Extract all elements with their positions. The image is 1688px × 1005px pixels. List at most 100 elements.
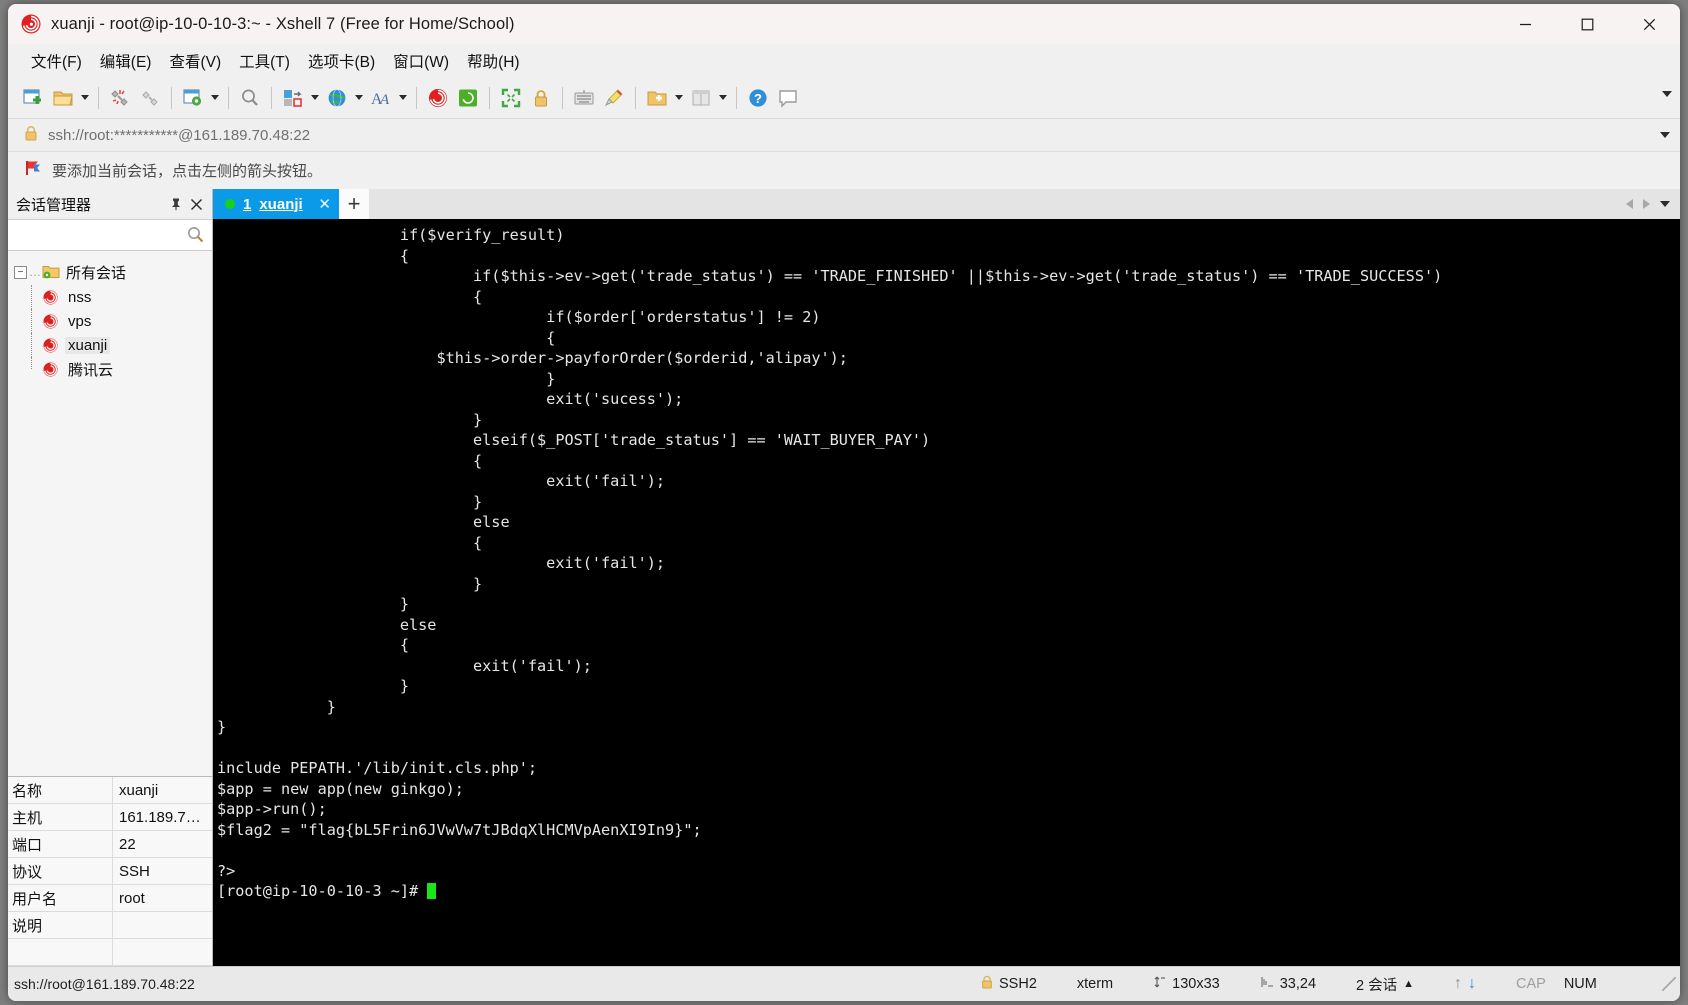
highlight-icon[interactable]: [599, 83, 629, 113]
minimize-button[interactable]: [1494, 4, 1556, 44]
close-button[interactable]: [1618, 4, 1680, 44]
close-icon[interactable]: [188, 196, 204, 212]
chevron-down-icon[interactable]: [1660, 132, 1670, 138]
terminal-output[interactable]: if($verify_result) { if($this->ev->get('…: [213, 219, 1680, 966]
address-bar[interactable]: ssh://root:***********@161.189.70.48:22: [8, 118, 1680, 152]
session-properties-dropdown-arrow-icon[interactable]: [208, 83, 222, 113]
add-folder-dropdown-arrow-icon[interactable]: [672, 83, 686, 113]
tree-guide-line: [31, 285, 33, 309]
arrow-up-icon: ↑: [1454, 975, 1462, 992]
chevron-up-icon[interactable]: ▲: [1403, 978, 1414, 990]
status-protocol: SSH2: [999, 976, 1037, 992]
session-manager-panel: 会话管理器 − … 所有会话 nss vps xuanji 腾讯云 名称 xua…: [8, 189, 213, 966]
tab-strip: 1 xuanji ✕ +: [213, 189, 1680, 219]
open-folder-dropdown-arrow-icon[interactable]: [78, 83, 92, 113]
globe-icon[interactable]: [322, 83, 352, 113]
property-row-name: 名称 xuanji: [8, 777, 212, 804]
status-sessions-cell[interactable]: 2 会话 ▲: [1356, 974, 1414, 995]
menu-file[interactable]: 文件(F): [22, 46, 91, 76]
tree-node-all-sessions[interactable]: − … 所有会话: [8, 259, 212, 285]
pin-icon[interactable]: [168, 196, 184, 212]
chevron-left-icon[interactable]: [1626, 199, 1633, 209]
red-flag-icon: [24, 159, 42, 182]
window-controls: [1494, 4, 1680, 44]
menu-view[interactable]: 查看(V): [160, 46, 230, 76]
fullscreen-icon[interactable]: [496, 83, 526, 113]
session-item-label: 腾讯云: [68, 361, 114, 379]
session-item-nss[interactable]: nss: [8, 285, 212, 309]
session-item-vps[interactable]: vps: [8, 309, 212, 333]
folder-gear-icon: [42, 264, 60, 280]
session-item-tencent-cloud[interactable]: 腾讯云: [8, 357, 212, 381]
keyboard-icon[interactable]: [569, 83, 599, 113]
session-search-input[interactable]: [8, 221, 212, 249]
feedback-icon[interactable]: [773, 83, 803, 113]
terminal-cursor: [427, 883, 437, 899]
new-tab-button[interactable]: +: [339, 189, 369, 219]
chevron-right-icon[interactable]: [1643, 199, 1650, 209]
xshell-session-icon: [42, 289, 59, 306]
tree-collapse-toggle[interactable]: −: [14, 265, 27, 279]
status-num-lock: NUM: [1563, 976, 1597, 992]
session-properties-icon[interactable]: [178, 83, 208, 113]
cursor-position-icon: [1260, 975, 1274, 993]
property-value: [113, 939, 212, 965]
lock-icon: [981, 975, 993, 993]
chevron-down-icon[interactable]: [1660, 201, 1670, 207]
notice-text: 要添加当前会话，点击左侧的箭头按钮。: [52, 163, 323, 180]
session-search-row: [8, 220, 212, 251]
disconnect-icon[interactable]: [105, 83, 135, 113]
tab-close-button[interactable]: ✕: [318, 195, 331, 213]
font-icon[interactable]: A A: [366, 83, 396, 113]
toolbar: A A ?: [8, 77, 1680, 118]
session-manager-header: 会话管理器: [8, 189, 212, 220]
menu-window[interactable]: 窗口(W): [384, 46, 458, 76]
new-session-icon[interactable]: [18, 83, 48, 113]
font-dropdown-arrow-icon[interactable]: [396, 83, 410, 113]
session-item-xuanji[interactable]: xuanji: [8, 333, 212, 357]
session-manager-title: 会话管理器: [16, 196, 92, 214]
globe-dropdown-arrow-icon[interactable]: [352, 83, 366, 113]
property-value: root: [113, 885, 212, 911]
status-cursor-cell: 33,24: [1260, 975, 1316, 993]
property-row-host: 主机 161.189.7…: [8, 804, 212, 831]
status-connection-url: ssh://root@161.189.70.48:22: [14, 976, 195, 992]
reconnect-icon[interactable]: [135, 83, 165, 113]
main-area: 会话管理器 − … 所有会话 nss vps xuanji 腾讯云 名称 xua…: [8, 189, 1680, 966]
find-icon[interactable]: [235, 83, 265, 113]
transfer-dropdown-arrow-icon[interactable]: [308, 83, 322, 113]
menu-edit[interactable]: 编辑(E): [91, 46, 161, 76]
toolbar-separator: [736, 86, 737, 109]
help-icon[interactable]: ?: [743, 83, 773, 113]
xftp-icon[interactable]: [453, 83, 483, 113]
lock-icon[interactable]: [526, 83, 556, 113]
toolbar-separator: [271, 86, 272, 109]
tab-xuanji[interactable]: 1 xuanji ✕: [213, 189, 339, 219]
xshell-session-icon: [42, 361, 59, 378]
window-title: xuanji - root@ip-10-0-10-3:~ - Xshell 7 …: [51, 14, 515, 33]
status-bar: ssh://root@161.189.70.48:22 SSH2 xterm 1…: [8, 966, 1680, 1001]
toolbar-separator: [416, 86, 417, 109]
layout-dropdown-arrow-icon[interactable]: [716, 83, 730, 113]
property-key: 说明: [8, 912, 113, 938]
xshell-session-icon: [42, 313, 59, 330]
menu-bar: 文件(F) 编辑(E) 查看(V) 工具(T) 选项卡(B) 窗口(W) 帮助(…: [8, 44, 1680, 77]
property-row-protocol: 协议 SSH: [8, 858, 212, 885]
session-item-label: vps: [68, 312, 92, 330]
add-folder-icon[interactable]: [642, 83, 672, 113]
transfer-icon[interactable]: [278, 83, 308, 113]
address-bar-url: ssh://root:***********@161.189.70.48:22: [48, 126, 311, 144]
lock-icon: [24, 125, 38, 146]
menu-help[interactable]: 帮助(H): [458, 46, 529, 76]
layout-icon[interactable]: [686, 83, 716, 113]
toolbar-overflow-chevron-icon[interactable]: [1662, 91, 1672, 97]
menu-tabs[interactable]: 选项卡(B): [299, 46, 384, 76]
maximize-button[interactable]: [1556, 4, 1618, 44]
menu-tools[interactable]: 工具(T): [230, 46, 299, 76]
terminal-panel: 1 xuanji ✕ + if($verify_result) {if($th…: [213, 189, 1680, 966]
open-folder-icon[interactable]: [48, 83, 78, 113]
xshell-icon[interactable]: [423, 83, 453, 113]
search-icon[interactable]: [186, 225, 205, 249]
title-bar: xuanji - root@ip-10-0-10-3:~ - Xshell 7 …: [8, 4, 1680, 44]
resize-grip[interactable]: [1662, 977, 1676, 991]
